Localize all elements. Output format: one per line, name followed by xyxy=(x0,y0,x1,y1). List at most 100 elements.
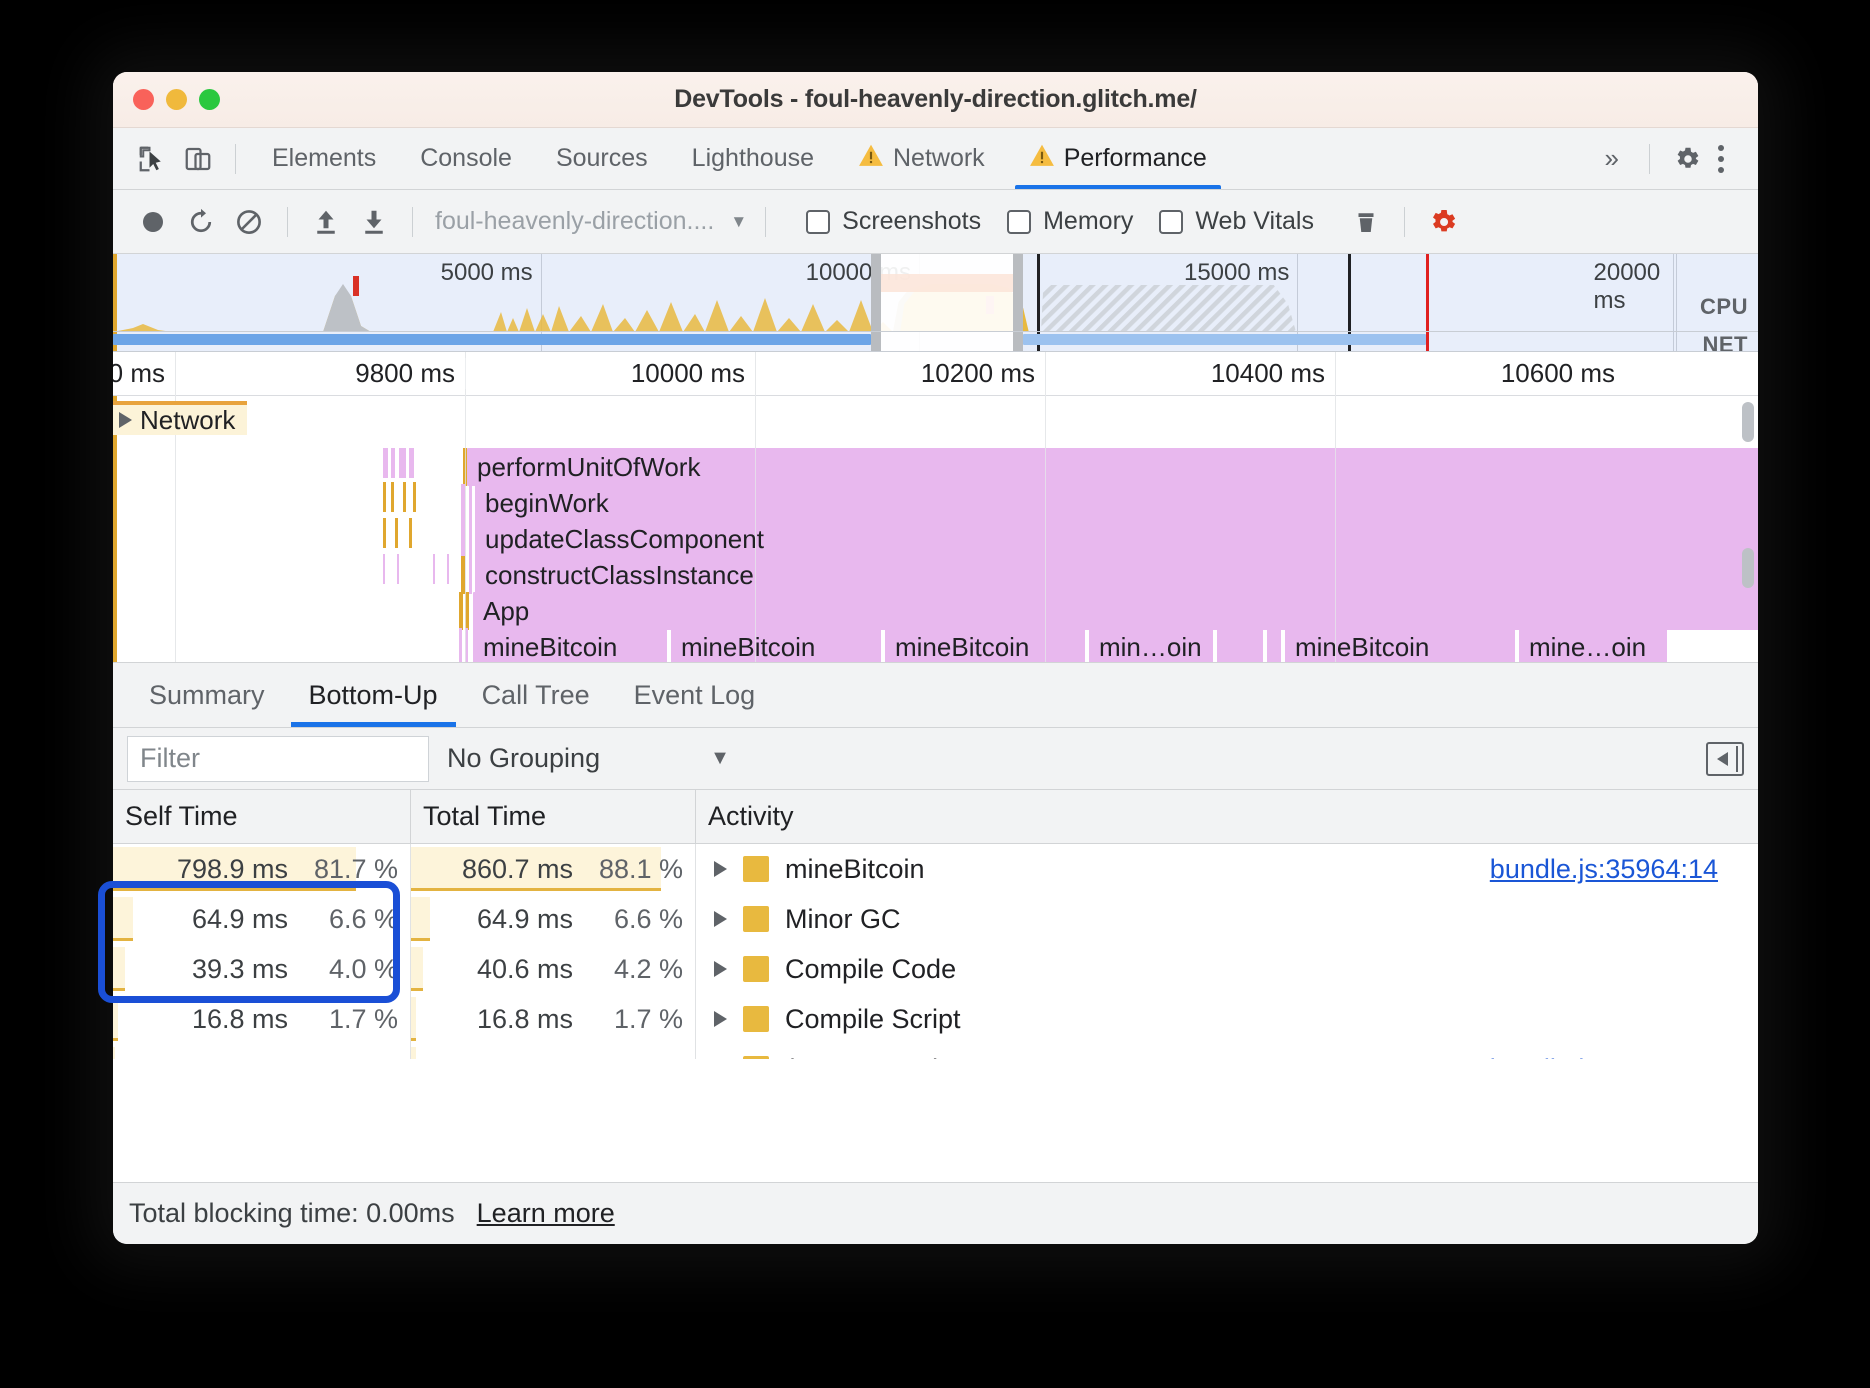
flame-scrollbar-thumb[interactable] xyxy=(1742,548,1754,588)
inspect-element-icon[interactable] xyxy=(129,136,175,182)
flame-bar[interactable] xyxy=(1217,628,1263,662)
details-filterbar: Filter No Grouping ▼ xyxy=(113,728,1758,790)
tab-call-tree[interactable]: Call Tree xyxy=(460,663,612,727)
tab-bottom-up[interactable]: Bottom-Up xyxy=(287,663,460,727)
table-row[interactable]: 39.3 ms 4.0 % 40.6 ms 4.2 % Compile Code xyxy=(113,944,1758,994)
warning-triangle-icon xyxy=(858,143,884,174)
flame-chart-area[interactable]: 0 ms 9800 ms 10000 ms 10200 ms 10400 ms … xyxy=(113,352,1758,662)
tab-lighthouse-label: Lighthouse xyxy=(691,144,814,172)
flame-row[interactable]: performUnitOfWork xyxy=(113,448,1758,488)
overview-net-label: NET xyxy=(1702,332,1748,352)
flame-bar[interactable]: min…oin xyxy=(1089,628,1213,662)
kebab-menu-icon[interactable] xyxy=(1710,144,1742,173)
self-time-value: 8.0 ms xyxy=(207,1054,288,1060)
overview-timeline[interactable]: 5000 ms 10000 ms 15000 ms 20000 ms CPU N… xyxy=(113,254,1758,352)
table-row[interactable]: 64.9 ms 6.6 % 64.9 ms 6.6 % Minor GC xyxy=(113,894,1758,944)
flame-bar[interactable]: performUnitOfWork xyxy=(467,448,1758,486)
expand-triangle-icon[interactable] xyxy=(714,961,727,977)
load-profile-icon[interactable] xyxy=(302,198,350,246)
table-row[interactable]: 8.0 ms 0.8 % 17.5 ms 1.8 % (anonymous) b… xyxy=(113,1044,1758,1059)
column-header-activity[interactable]: Activity xyxy=(696,790,1758,844)
record-circle-icon[interactable] xyxy=(129,198,177,246)
flame-bar[interactable]: updateClassComponent xyxy=(475,520,1758,558)
flame-bar[interactable]: mineBitcoin xyxy=(885,628,1085,662)
profile-selector[interactable]: foul-heavenly-direction.... ▼ xyxy=(435,207,747,236)
bottom-up-table[interactable]: Self Time Total Time Activity 798.9 ms 8… xyxy=(113,790,1758,1059)
cell-activity: (anonymous) bundle.js:12421:12 xyxy=(696,1044,1758,1059)
table-row[interactable]: 798.9 ms 81.7 % 860.7 ms 88.1 % mineBitc… xyxy=(113,844,1758,894)
network-track-chip[interactable]: Network xyxy=(113,401,248,435)
screenshot-stage: DevTools - foul-heavenly-direction.glitc… xyxy=(0,0,1870,1388)
flame-row[interactable]: App xyxy=(113,592,1758,632)
tab-network[interactable]: Network xyxy=(836,129,1007,189)
tab-event-log[interactable]: Event Log xyxy=(612,663,778,727)
checkbox-web-vitals[interactable]: Web Vitals xyxy=(1159,207,1314,236)
column-header-total-time[interactable]: Total Time xyxy=(411,790,696,844)
profile-selector-value: foul-heavenly-direction.... xyxy=(435,207,715,235)
overview-row-separator xyxy=(113,331,1758,332)
total-time-percent: 4.2 % xyxy=(613,953,683,984)
filter-input[interactable]: Filter xyxy=(127,735,429,782)
expand-triangle-icon[interactable] xyxy=(714,861,727,877)
tab-lighthouse[interactable]: Lighthouse xyxy=(670,129,836,189)
flame-bar[interactable]: mineBitcoin xyxy=(473,628,667,662)
controlbar-divider-2 xyxy=(412,206,413,237)
controlbar-divider-3 xyxy=(765,206,767,237)
cell-self-time: 798.9 ms 81.7 % xyxy=(113,844,411,894)
flame-bar[interactable] xyxy=(1267,628,1281,662)
grouping-selector[interactable]: No Grouping ▼ xyxy=(447,743,730,774)
flame-bar[interactable]: mineBitcoin xyxy=(671,628,881,662)
flame-bar[interactable]: constructClassInstance xyxy=(475,556,1758,594)
network-track-row[interactable]: Network xyxy=(113,398,248,438)
tab-sources[interactable]: Sources xyxy=(534,129,670,189)
reload-and-record-icon[interactable] xyxy=(177,198,225,246)
overview-marker-red xyxy=(353,276,360,296)
delete-icon[interactable] xyxy=(1342,198,1390,246)
learn-more-link[interactable]: Learn more xyxy=(477,1198,615,1229)
column-header-self-time[interactable]: Self Time xyxy=(113,790,411,844)
tab-bottom-up-label: Bottom-Up xyxy=(308,679,438,710)
capture-settings-gear-icon[interactable] xyxy=(1419,198,1467,246)
flame-row[interactable]: constructClassInstance xyxy=(113,556,1758,596)
controlbar-divider-1 xyxy=(287,206,288,237)
checkbox-screenshots[interactable]: Screenshots xyxy=(806,207,981,236)
close-window-button[interactable] xyxy=(133,89,154,110)
cell-activity: mineBitcoin bundle.js:35964:14 xyxy=(696,844,1758,894)
show-sidebar-icon[interactable] xyxy=(1706,741,1744,776)
expand-triangle-icon[interactable] xyxy=(714,911,727,927)
source-link[interactable]: bundle.js:35964:14 xyxy=(1490,854,1718,885)
expand-triangle-icon[interactable] xyxy=(119,412,132,428)
minimize-window-button[interactable] xyxy=(166,89,187,110)
flame-row[interactable]: updateClassComponent xyxy=(113,520,1758,560)
chevron-down-icon: ▼ xyxy=(710,747,730,769)
tab-elements[interactable]: Elements xyxy=(250,129,398,189)
tab-performance[interactable]: Performance xyxy=(1007,129,1229,189)
source-link[interactable]: bundle.js:12421:12 xyxy=(1490,1054,1718,1060)
flame-row-mine-bitcoin[interactable]: mineBitcoin mineBitcoin mineBitcoin min…… xyxy=(113,628,1758,662)
window-controls[interactable] xyxy=(133,89,220,110)
flame-bar[interactable]: mineBitcoin xyxy=(1285,628,1515,662)
performance-controlbar: foul-heavenly-direction.... ▼ Screenshot… xyxy=(113,190,1758,254)
tab-summary[interactable]: Summary xyxy=(127,663,287,727)
overview-selection-window[interactable] xyxy=(871,254,1023,351)
save-profile-icon[interactable] xyxy=(350,198,398,246)
gear-icon[interactable] xyxy=(1664,136,1710,182)
flame-bar[interactable]: App xyxy=(473,592,1758,630)
flame-row[interactable]: beginWork xyxy=(113,484,1758,524)
tab-console[interactable]: Console xyxy=(398,129,534,189)
flame-scrollbar-thumb-top[interactable] xyxy=(1742,402,1754,442)
total-time-percent: 1.8 % xyxy=(587,1054,683,1060)
device-toolbar-icon[interactable] xyxy=(175,136,221,182)
clear-recording-icon[interactable] xyxy=(225,198,273,246)
flame-bar[interactable]: beginWork xyxy=(475,484,1758,522)
maximize-window-button[interactable] xyxy=(199,89,220,110)
table-row[interactable]: 16.8 ms 1.7 % 16.8 ms 1.7 % Compile Scri… xyxy=(113,994,1758,1044)
expand-triangle-icon[interactable] xyxy=(714,1011,727,1027)
overview-event-line-red xyxy=(1425,254,1429,351)
self-time-percent: 4.0 % xyxy=(328,953,398,984)
more-tabs-icon[interactable]: » xyxy=(1585,143,1635,174)
flame-bar[interactable]: mine…oin xyxy=(1519,628,1667,662)
timeline-tick-label: 10000 ms xyxy=(630,358,755,389)
checkbox-memory[interactable]: Memory xyxy=(1007,207,1133,236)
total-time-percent: 1.7 % xyxy=(613,1003,683,1034)
